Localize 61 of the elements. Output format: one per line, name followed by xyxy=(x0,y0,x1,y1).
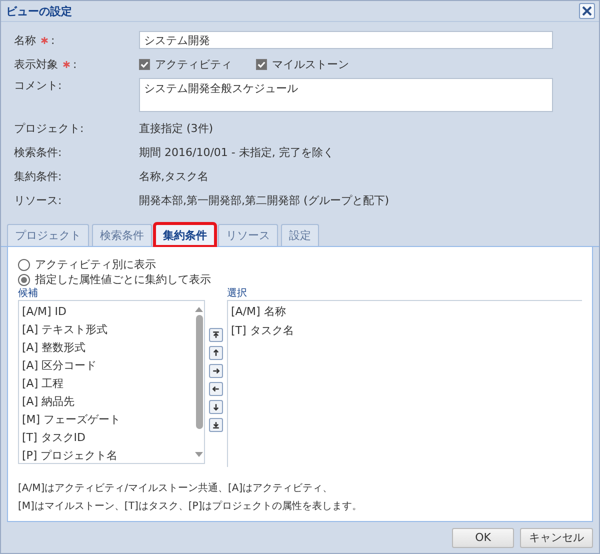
tab[interactable]: 設定 xyxy=(281,224,319,246)
move-up-button[interactable] xyxy=(209,346,223,360)
radio-button[interactable] xyxy=(18,274,30,286)
list-item[interactable]: [A] テキスト形式 xyxy=(22,321,191,340)
list-item[interactable]: [M] フェーズゲート xyxy=(22,411,191,430)
arrow-bottom-icon xyxy=(211,420,221,430)
field-label: プロジェクト: xyxy=(14,120,84,136)
scroll-up-icon[interactable] xyxy=(195,307,203,312)
list-item[interactable]: [A] 工程 xyxy=(22,375,191,394)
list-item[interactable]: [T] タスクID xyxy=(22,429,191,448)
list-item[interactable]: [A] 整数形式 xyxy=(22,339,191,358)
field-value: 名称,タスク名 xyxy=(139,168,208,184)
close-button[interactable] xyxy=(579,3,595,20)
window-title: ビューの設定 xyxy=(6,4,72,19)
tab[interactable]: 検索条件 xyxy=(92,224,152,246)
field-value: 期間 2016/10/01 - 未指定, 完了を除く xyxy=(139,144,334,160)
legend-note: [A/M]はアクティビティ/マイルストーン共通、[A]はアクティビティ、 xyxy=(18,482,334,496)
list-item[interactable]: [A/M] ID xyxy=(22,303,191,322)
field-label: : xyxy=(73,58,77,71)
legend-note: [M]はマイルストーン、[T]はタスク、[P]はプロジェクトの属性を表します。 xyxy=(18,500,364,514)
arrow-top-icon xyxy=(211,330,221,340)
list-item[interactable]: [A] 納品先 xyxy=(22,393,191,412)
field-label: 検索条件: xyxy=(14,144,62,160)
move-right-button[interactable] xyxy=(209,364,223,378)
list-item[interactable]: [A] 区分コード xyxy=(22,357,191,376)
list-title: 候補 xyxy=(18,288,39,300)
move-down-button[interactable] xyxy=(209,400,223,414)
list-item[interactable]: [P] プロジェクト名 xyxy=(22,447,191,464)
scroll-down-icon[interactable] xyxy=(195,452,203,458)
radio-button[interactable] xyxy=(18,258,30,271)
field-value: 直接指定 (3件) xyxy=(139,120,214,136)
radio-label: アクティビティ別に表示 xyxy=(35,257,156,272)
move-top-button[interactable] xyxy=(209,328,223,342)
field-value: 開発本部,第一開発部,第二開発部 (グループと配下) xyxy=(139,192,390,208)
list-item[interactable]: [T] タスク名 xyxy=(231,322,579,342)
checkbox-label: マイルストーン xyxy=(272,56,349,72)
move-left-button[interactable] xyxy=(209,382,223,396)
field-label: 集約条件: xyxy=(14,168,62,184)
list-title: 選択 xyxy=(227,288,248,300)
field-label: リソース: xyxy=(14,192,62,208)
dialog-button[interactable]: キャンセル xyxy=(520,528,593,548)
field-label: : xyxy=(51,34,55,47)
arrow-down-icon xyxy=(211,402,221,412)
dialog-button[interactable]: OK xyxy=(452,528,514,548)
tab[interactable]: 集約条件 xyxy=(155,224,215,246)
tab[interactable]: リソース xyxy=(218,224,278,246)
field-label: 名称 xyxy=(14,32,36,48)
tab[interactable]: プロジェクト xyxy=(7,224,89,246)
radio-label: 指定した属性値ごとに集約して表示 xyxy=(35,272,211,288)
arrow-right-icon xyxy=(211,366,221,376)
arrow-up-icon xyxy=(211,348,221,358)
checkbox[interactable] xyxy=(256,58,267,70)
list-item[interactable]: [A/M] 名称 xyxy=(231,303,579,322)
checkbox-label: アクティビティ xyxy=(155,56,232,72)
checkbox[interactable] xyxy=(139,58,150,70)
name-field[interactable]: システム開発 xyxy=(139,31,553,50)
arrow-left-icon xyxy=(211,384,221,394)
comment-field[interactable]: システム開発全般スケジュール xyxy=(139,78,553,112)
move-bottom-button[interactable] xyxy=(209,418,223,432)
field-label: コメント: xyxy=(14,78,62,94)
field-label: 表示対象 xyxy=(14,56,58,72)
